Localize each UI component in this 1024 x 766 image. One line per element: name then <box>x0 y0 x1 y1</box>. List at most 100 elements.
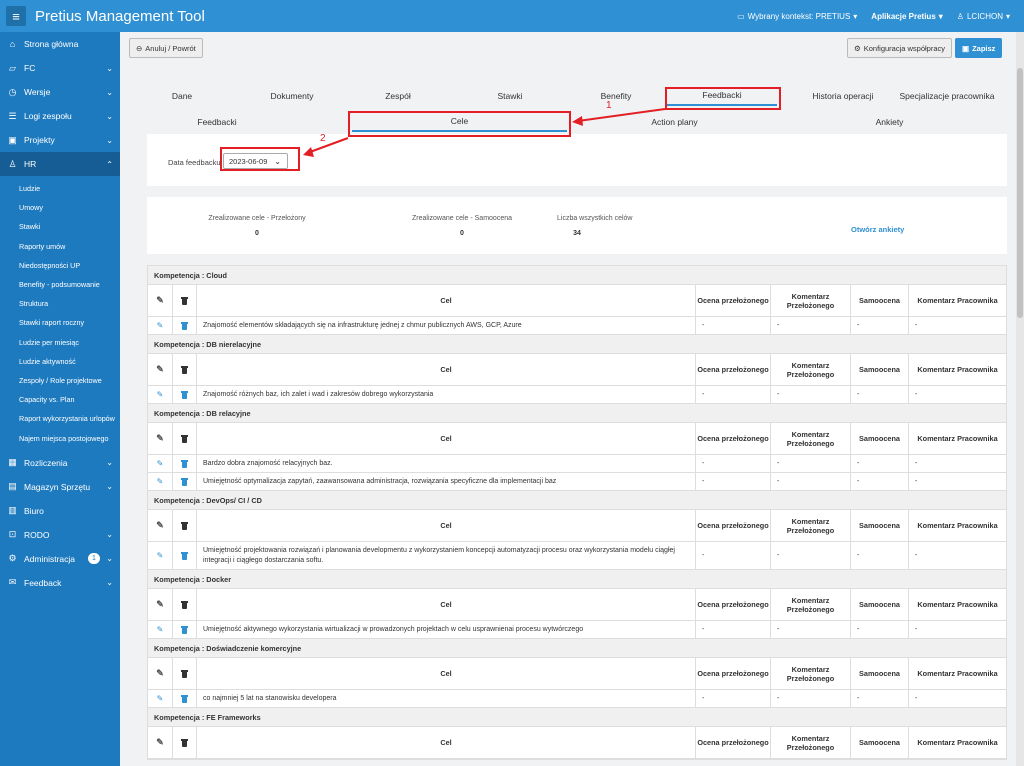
cell-ocena: - <box>696 386 771 403</box>
sidebar-item-projekty[interactable]: ▣ Projekty ⌄ <box>0 128 120 152</box>
sidebar-subitem[interactable]: Najem miejsca postojowego <box>0 428 120 447</box>
tab-specjalizacje[interactable]: Specjalizacje pracownika <box>897 86 997 106</box>
context-selector[interactable]: ▭ Wybrany kontekst: PRETIUS ▾ <box>737 12 857 21</box>
user-menu[interactable]: ♙ LCICHON ▾ <box>957 12 1010 21</box>
tab-dane[interactable]: Dane <box>147 86 217 106</box>
competency-header: Kompetencja : Doświadczenie komercyjne <box>148 639 1006 658</box>
save-button[interactable]: ▣ Zapisz <box>955 38 1003 58</box>
config-button[interactable]: ⚙ Konfiguracja współpracy <box>847 38 953 58</box>
trash-icon[interactable] <box>173 542 197 569</box>
trash-icon[interactable] <box>173 690 197 707</box>
trash-icon[interactable] <box>173 621 197 638</box>
sidebar-item-label: Magazyn Sprzętu <box>24 481 91 492</box>
sidebar-item-hr[interactable]: ♙ HR ⌃ <box>0 152 120 176</box>
sidebar-item-fc[interactable]: ▱ FC ⌄ <box>0 56 120 80</box>
table-header-row: ✎ Cel Ocena przełożonego Komentarz Przełożo… <box>148 510 1006 542</box>
trash-icon[interactable] <box>173 317 197 334</box>
goal-text: Znajomość różnych baz, ich zalet i wad i… <box>197 386 696 403</box>
sidebar-subitem[interactable]: Raport wykorzystania urlopów <box>0 409 120 428</box>
caret-down-icon: ▾ <box>938 11 943 21</box>
sidebar-subitem[interactable]: Raporty umów <box>0 237 120 256</box>
sidebar-subitem[interactable]: Ludzie per miesiąc <box>0 333 120 352</box>
col-header-cel: Cel <box>197 285 696 316</box>
goal-text: Bardzo dobra znajomość relacyjnych baz. <box>197 455 696 472</box>
col-header-cel: Cel <box>197 727 696 758</box>
apps-menu[interactable]: Aplikacje Pretius ▾ <box>871 12 943 21</box>
competency-header: Kompetencja : Cloud <box>148 266 1006 285</box>
col-header-samoocena: Samoocena <box>851 510 909 541</box>
edit-icon[interactable]: ✎ <box>148 621 173 638</box>
table-header-row: ✎ Cel Ocena przełożonego Komentarz Przełożo… <box>148 423 1006 455</box>
save-icon: ▣ <box>962 43 970 53</box>
chevron-down-icon: ⌄ <box>106 530 113 540</box>
scrollbar[interactable] <box>1016 32 1024 766</box>
cell-samoocena: - <box>851 473 909 490</box>
edit-icon[interactable]: ✎ <box>148 542 173 569</box>
col-header-cel: Cel <box>197 354 696 385</box>
goals-table: Kompetencja : Cloud ✎ Cel Ocena przełożoneg… <box>147 265 1007 760</box>
sidebar-item-label: RODO <box>24 529 50 540</box>
tab-dokumenty[interactable]: Dokumenty <box>247 86 337 106</box>
goal-text: Umiejętność aktywnego wykorzystania wirt… <box>197 621 696 638</box>
sidebar-subitem[interactable]: Umowy <box>0 198 120 217</box>
cell-samoocena: - <box>851 317 909 334</box>
users-icon: ♙ <box>8 158 17 169</box>
edit-icon[interactable]: ✎ <box>148 317 173 334</box>
tab-stawki[interactable]: Stawki <box>475 86 545 106</box>
trash-icon[interactable] <box>173 455 197 472</box>
trash-header-icon <box>173 510 197 541</box>
col-header-komentarz-pracownika: Komentarz Pracownika <box>917 296 998 305</box>
tab-feedbacki-sub[interactable]: Feedbacki <box>177 112 257 132</box>
tab-zespol[interactable]: Zespół <box>363 86 433 106</box>
col-header-ocena: Ocena przełożonego <box>696 510 771 541</box>
sidebar-subitem[interactable]: Benefity - podsumowanie <box>0 275 120 294</box>
sidebar-subitem[interactable]: Stawki raport roczny <box>0 313 120 332</box>
sidebar-item-home[interactable]: ⌂ Strona główna <box>0 32 120 56</box>
cell-komentarz-przelozonego: - <box>771 386 851 403</box>
trash-icon[interactable] <box>173 386 197 403</box>
sidebar-item-label: Wersje <box>24 87 51 97</box>
tab-benefity[interactable]: Benefity <box>581 86 651 106</box>
sidebar-item-logi[interactable]: ☰ Logi zespołu ⌄ <box>0 104 120 128</box>
cell-samoocena: - <box>851 455 909 472</box>
sidebar-subitem[interactable]: Stawki <box>0 217 120 236</box>
sidebar-subitem[interactable]: Ludzie aktywność <box>0 352 120 371</box>
edit-icon[interactable]: ✎ <box>148 386 173 403</box>
trash-icon[interactable] <box>173 473 197 490</box>
main-tabs: Dane Dokumenty Zespół Stawki Benefity Fe… <box>147 86 1007 106</box>
col-header-cel: Cel <box>197 510 696 541</box>
edit-icon[interactable]: ✎ <box>148 455 173 472</box>
sidebar-item-administracja[interactable]: ⚙ Administracja 1 ⌄ <box>0 547 120 571</box>
gear-icon: ⚙ <box>8 553 17 564</box>
col-header-ocena: Ocena przełożonego <box>696 589 771 620</box>
apps-label: Aplikacje Pretius <box>871 11 936 21</box>
stat-label: Liczba wszystkich celów <box>557 215 633 222</box>
tab-ankiety[interactable]: Ankiety <box>847 112 932 132</box>
edit-icon[interactable]: ✎ <box>148 473 173 490</box>
sidebar-subitem[interactable]: Ludzie <box>0 179 120 198</box>
sidebar-subitem[interactable]: Capacity vs. Plan <box>0 390 120 409</box>
cancel-button[interactable]: ⊖ Anuluj / Powrót <box>129 38 203 58</box>
cell-samoocena: - <box>851 690 909 707</box>
open-surveys-link[interactable]: Otwórz ankiety <box>851 225 904 234</box>
user-icon: ♙ <box>956 11 964 21</box>
sidebar-item-feedback[interactable]: ✉ Feedback ⌄ <box>0 571 120 595</box>
hamburger-menu-icon[interactable]: ≡ <box>6 6 26 26</box>
sidebar-item-magazyn[interactable]: ▤ Magazyn Sprzętu ⌄ <box>0 475 120 499</box>
sidebar-subitem[interactable]: Niedostępności UP <box>0 256 120 275</box>
tab-historia[interactable]: Historia operacji <box>793 86 893 106</box>
cell-samoocena: - <box>851 542 909 569</box>
edit-header-icon: ✎ <box>148 658 173 689</box>
tab-action-plany[interactable]: Action plany <box>617 112 732 132</box>
sidebar-item-wersje[interactable]: ◷ Wersje ⌄ <box>0 80 120 104</box>
sidebar-item-biuro[interactable]: ▥ Biuro <box>0 499 120 523</box>
sidebar-item-rodo[interactable]: ⊡ RODO ⌄ <box>0 523 120 547</box>
edit-icon[interactable]: ✎ <box>148 690 173 707</box>
col-header-cel: Cel <box>197 589 696 620</box>
scrollbar-thumb[interactable] <box>1017 68 1023 318</box>
competency-header: Kompetencja : Docker <box>148 570 1006 589</box>
sidebar-subitem[interactable]: Struktura <box>0 294 120 313</box>
cell-komentarz-pracownika: - <box>915 322 918 329</box>
sidebar-subitem[interactable]: Zespoły / Role projektowe <box>0 371 120 390</box>
sidebar-item-rozliczenia[interactable]: ▦ Rozliczenia ⌄ <box>0 451 120 475</box>
